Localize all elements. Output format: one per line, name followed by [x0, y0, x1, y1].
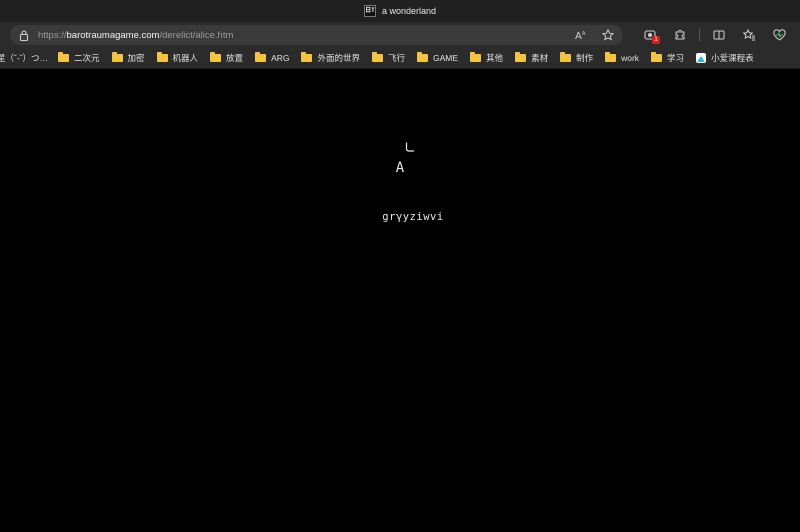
folder-icon: [515, 52, 527, 62]
bookmark-label: 小爱课程表: [711, 53, 754, 63]
bookmarks-bar: 星（ˇ-ˇ）つ… 二次元 加密 机器人 放置 ARG 外面的世界 飞行 GAME…: [0, 48, 800, 69]
folder-icon: [111, 52, 123, 62]
bookmark-folder[interactable]: ARG: [255, 52, 290, 63]
split-screen-icon[interactable]: [708, 25, 730, 45]
bookmark-folder[interactable]: 外面的世界: [301, 52, 360, 64]
cipher-text: grγyziwvi: [382, 211, 444, 223]
folder-icon: [560, 52, 572, 62]
bookmark-folder[interactable]: 素材: [515, 52, 548, 64]
page-favicon: 日T: [363, 5, 376, 17]
bookmark-folder[interactable]: 机器人: [156, 52, 199, 64]
url-protocol: https://: [38, 29, 67, 41]
bookmark-label: 其他: [486, 53, 504, 63]
folder-icon: [156, 52, 168, 62]
bookmark-app[interactable]: 小爱课程表: [696, 52, 754, 64]
browser-essentials-icon[interactable]: [768, 25, 790, 45]
folder-icon: [417, 52, 429, 62]
hook-glyph-icon: [405, 139, 415, 152]
folder-icon: [372, 52, 383, 62]
toolbar: https://barotraumagame.com/derelict/alic…: [0, 22, 800, 48]
bookmark-label: 加密: [127, 53, 145, 63]
toolbar-divider: [699, 28, 700, 42]
bookmark-label: 学习: [667, 53, 685, 63]
extension-badge: 1: [652, 36, 660, 44]
url-host: barotraumagame.com: [66, 29, 160, 41]
page-content: A grγyziwvi: [0, 69, 800, 532]
address-bar[interactable]: https://barotraumagame.com/derelict/alic…: [10, 25, 623, 45]
bookmark-label: 二次元: [74, 53, 100, 63]
bookmark-label: GAME: [433, 53, 459, 63]
folder-icon: [58, 52, 69, 62]
bookmark-folder[interactable]: 飞行: [372, 52, 405, 64]
bookmark-label: 飞行: [388, 53, 406, 63]
window-title: a wonderland: [381, 6, 437, 16]
bookmark-item[interactable]: 星（ˇ-ˇ）つ…: [0, 52, 48, 64]
bookmark-folder[interactable]: 制作: [560, 52, 593, 64]
lock-icon[interactable]: [18, 29, 30, 41]
bookmark-label: work: [621, 53, 640, 63]
folder-icon: [210, 52, 222, 62]
svg-text:A: A: [582, 31, 586, 37]
bookmark-folder[interactable]: 其他: [470, 52, 503, 64]
app-icon: [696, 53, 707, 63]
bookmark-label: 外面的世界: [317, 53, 360, 63]
bookmark-label: ARG: [271, 53, 290, 63]
bookmark-label: 素材: [531, 53, 549, 63]
url-path: /derelict/alice.htm: [159, 29, 234, 41]
folder-icon: [255, 52, 267, 62]
bookmark-label: 星（ˇ-ˇ）つ…: [0, 53, 48, 63]
glyph-letter: A: [395, 160, 405, 176]
read-aloud-icon[interactable]: AA: [575, 28, 589, 42]
extension-icon[interactable]: 1: [639, 25, 661, 45]
folder-icon: [470, 52, 482, 62]
title-bar: 日T a wonderland: [0, 0, 800, 22]
star-icon[interactable]: [601, 28, 615, 42]
bookmark-folder[interactable]: 学习: [651, 52, 684, 64]
bookmark-folder[interactable]: GAME: [417, 52, 459, 63]
bookmark-label: 制作: [576, 53, 594, 63]
folder-icon: [605, 52, 617, 62]
bookmark-folder[interactable]: work: [605, 52, 640, 63]
favorites-icon[interactable]: [738, 25, 760, 45]
bookmark-folder[interactable]: 二次元: [58, 52, 100, 64]
bookmark-label: 放置: [226, 53, 244, 63]
folder-icon: [301, 52, 313, 62]
folder-icon: [651, 52, 663, 62]
puzzle-icon[interactable]: [669, 25, 691, 45]
bookmark-label: 机器人: [172, 53, 199, 63]
bookmark-folder[interactable]: 放置: [210, 52, 243, 64]
bookmark-folder[interactable]: 加密: [111, 52, 145, 64]
svg-text:A: A: [575, 31, 582, 41]
browser-window: 日T a wonderland https://barotraumagame.c…: [0, 0, 800, 532]
